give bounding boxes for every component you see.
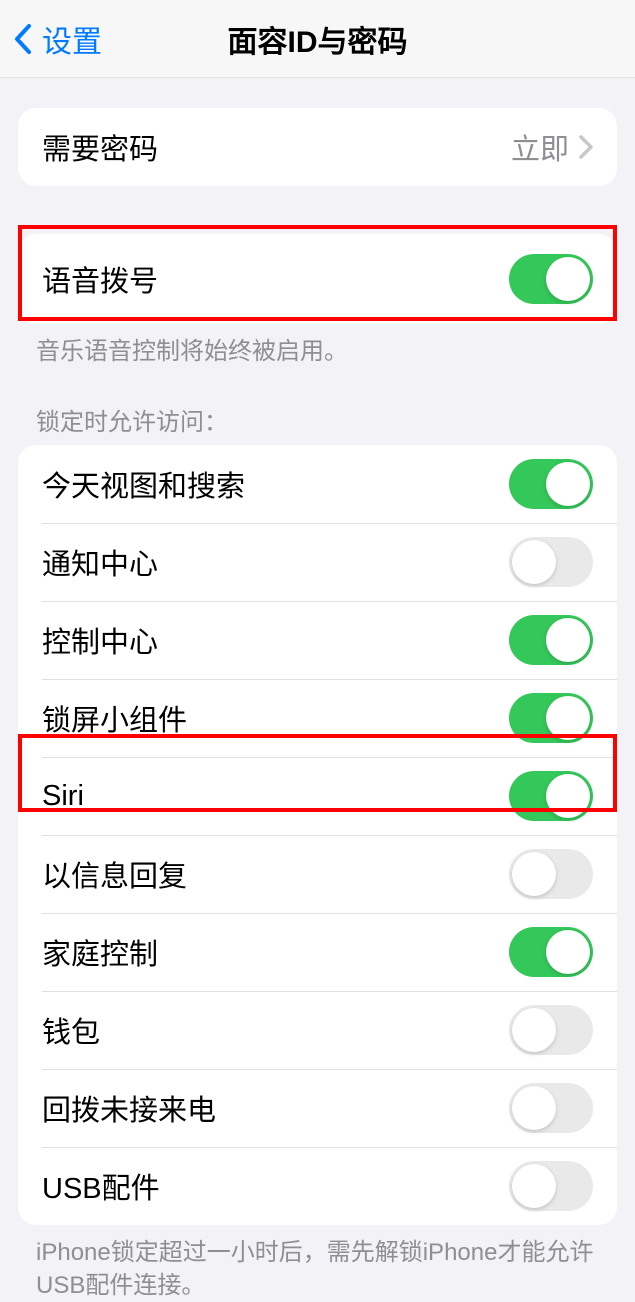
chevron-right-icon (579, 135, 593, 159)
toggle-knob (512, 540, 556, 584)
lock-access-row: 通知中心 (18, 523, 617, 601)
chevron-left-icon (14, 24, 32, 54)
navbar: 设置 面容ID与密码 (0, 0, 635, 78)
toggle-knob (546, 696, 590, 740)
lock-access-label: 控制中心 (42, 619, 158, 661)
lock-access-toggle[interactable] (509, 927, 593, 977)
lock-access-toggle[interactable] (509, 1083, 593, 1133)
lock-access-toggle[interactable] (509, 537, 593, 587)
voice-dial-row: 语音拨号 (18, 234, 617, 324)
lock-access-label: 今天视图和搜索 (42, 463, 245, 505)
lock-access-label: 通知中心 (42, 541, 158, 583)
lock-access-label: USB配件 (42, 1165, 160, 1207)
voice-dial-footer: 音乐语音控制将始终被启用。 (0, 324, 635, 368)
lock-access-row: 以信息回复 (18, 835, 617, 913)
voice-dial-label: 语音拨号 (42, 258, 158, 300)
lock-access-label: 以信息回复 (42, 853, 187, 895)
lock-access-label: 回拨未接来电 (42, 1087, 216, 1129)
toggle-knob (546, 462, 590, 506)
lock-access-toggle[interactable] (509, 1005, 593, 1055)
lock-access-toggle[interactable] (509, 849, 593, 899)
require-passcode-row[interactable]: 需要密码 立即 (18, 108, 617, 186)
toggle-knob (512, 1164, 556, 1208)
lock-access-toggle[interactable] (509, 1161, 593, 1211)
voice-dial-group: 语音拨号 (18, 234, 617, 324)
lock-access-toggle[interactable] (509, 615, 593, 665)
lock-access-label: 钱包 (42, 1009, 100, 1051)
back-label: 设置 (42, 17, 102, 61)
toggle-knob (546, 774, 590, 818)
lock-access-row: 今天视图和搜索 (18, 445, 617, 523)
toggle-knob (512, 852, 556, 896)
require-passcode-label: 需要密码 (42, 126, 158, 168)
lock-access-label: 家庭控制 (42, 931, 158, 973)
lock-access-row: Siri (18, 757, 617, 835)
toggle-knob (546, 618, 590, 662)
toggle-knob (512, 1086, 556, 1130)
lock-access-row: 锁屏小组件 (18, 679, 617, 757)
require-passcode-value: 立即 (511, 126, 569, 168)
lock-access-row: 钱包 (18, 991, 617, 1069)
lock-access-toggle[interactable] (509, 771, 593, 821)
lock-access-label: Siri (42, 780, 84, 813)
page-title: 面容ID与密码 (228, 17, 408, 61)
lock-access-footer: iPhone锁定超过一小时后，需先解锁iPhone才能允许USB配件连接。 (0, 1225, 635, 1302)
voice-dial-toggle[interactable] (509, 254, 593, 304)
lock-access-toggle[interactable] (509, 459, 593, 509)
lock-access-group: 今天视图和搜索通知中心控制中心锁屏小组件 Siri 以信息回复家庭控制钱包回拨未接来… (18, 445, 617, 1225)
lock-access-toggle[interactable] (509, 693, 593, 743)
lock-access-row: 回拨未接来电 (18, 1069, 617, 1147)
lock-access-label: 锁屏小组件 (42, 697, 187, 739)
toggle-knob (546, 930, 590, 974)
lock-access-row: 家庭控制 (18, 913, 617, 991)
require-passcode-group: 需要密码 立即 (18, 108, 617, 186)
toggle-knob (546, 257, 590, 301)
lock-access-header: 锁定时允许访问： (0, 402, 635, 445)
back-button[interactable]: 设置 (0, 17, 102, 61)
lock-access-row: 控制中心 (18, 601, 617, 679)
toggle-knob (512, 1008, 556, 1052)
lock-access-row: USB配件 (18, 1147, 617, 1225)
row-detail: 立即 (511, 126, 593, 168)
